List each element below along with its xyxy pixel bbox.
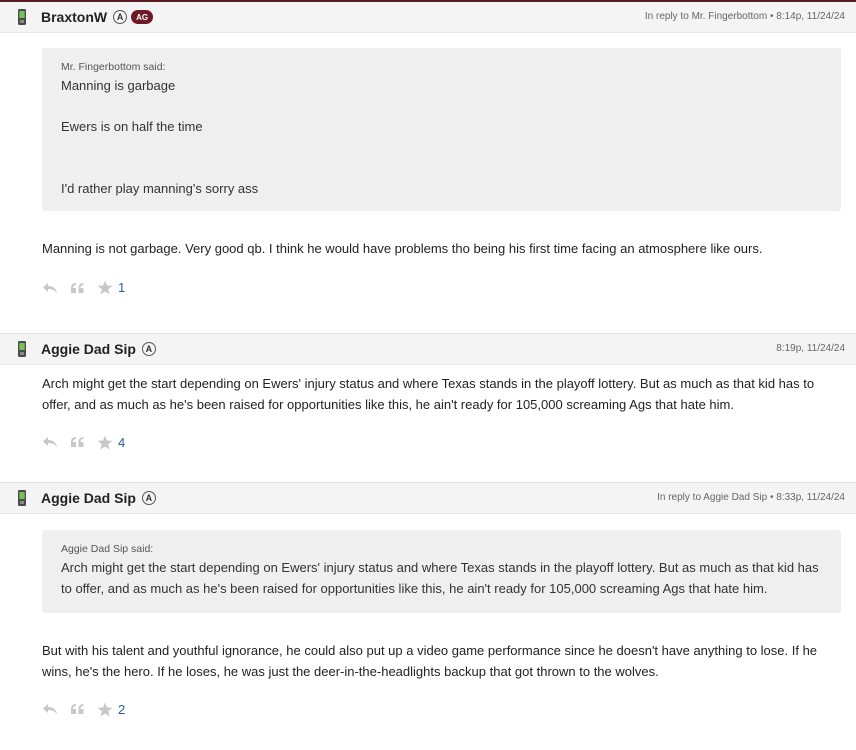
user-badge-a: A (141, 491, 156, 505)
post-meta: 8:19p, 11/24/24 (776, 334, 845, 364)
mobile-phone-icon (18, 341, 26, 357)
post-text: But with his talent and youthful ignoran… (42, 643, 818, 679)
quote-attribution: Aggie Dad Sip said: (61, 543, 154, 555)
like-count[interactable]: 1 (118, 280, 125, 295)
star-icon[interactable] (97, 435, 113, 450)
quote-block: Mr. Fingerbottom said: Manning is garbag… (42, 48, 841, 211)
post-timestamp: • 8:14p, 11/24/24 (767, 11, 845, 22)
post-text: Manning is not garbage. Very good qb. I … (42, 241, 763, 256)
reply-arrow-icon[interactable] (42, 282, 58, 294)
post-actions: 2 (0, 699, 856, 719)
quote-block: Aggie Dad Sip said: Arch might get the s… (42, 530, 841, 613)
quote-line: I'd rather play manning's sorry ass (61, 180, 259, 196)
user-badge-a: A (141, 342, 156, 356)
star-icon[interactable] (97, 702, 113, 717)
meta-prefix: In reply to (657, 492, 704, 503)
quote-icon[interactable] (70, 436, 85, 448)
post-body: Mr. Fingerbottom said: Manning is garbag… (0, 33, 856, 260)
mobile-phone-icon (18, 490, 26, 506)
quote-attribution: Mr. Fingerbottom said: (61, 61, 166, 73)
post: Aggie Dad Sip A 8:19p, 11/24/24 Arch mig… (0, 334, 856, 483)
quote-icon[interactable] (70, 703, 85, 715)
post-timestamp: • 8:33p, 11/24/24 (767, 492, 845, 503)
like-count[interactable]: 2 (118, 702, 125, 717)
quote-line (61, 158, 827, 179)
like-count[interactable]: 4 (118, 435, 125, 450)
post-body: Arch might get the start depending on Ew… (0, 365, 856, 415)
mobile-phone-icon (18, 9, 26, 25)
post-text: Arch might get the start depending on Ew… (42, 376, 815, 412)
post-meta: In reply to Aggie Dad Sip • 8:33p, 11/24… (657, 483, 845, 513)
reply-arrow-icon[interactable] (42, 703, 58, 715)
user-badge-a: A (113, 10, 128, 24)
post-actions: 4 (0, 432, 856, 452)
meta-prefix: In reply to (644, 11, 692, 22)
quote-text: Arch might get the start depending on Ew… (61, 560, 819, 596)
reply-to-link[interactable]: Aggie Dad Sip (703, 492, 767, 503)
post: BraxtonW A AG In reply to Mr. Fingerbott… (0, 2, 856, 334)
user-badge-ag: AG (131, 10, 154, 24)
reply-arrow-icon[interactable] (42, 436, 58, 448)
post: Aggie Dad Sip A In reply to Aggie Dad Si… (0, 483, 856, 749)
quote-line (61, 97, 827, 118)
author-name[interactable]: Aggie Dad Sip (41, 341, 136, 357)
post-header: BraxtonW A AG In reply to Mr. Fingerbott… (0, 2, 856, 33)
post-timestamp: 8:19p, 11/24/24 (776, 343, 845, 354)
post-header: Aggie Dad Sip A 8:19p, 11/24/24 (0, 334, 856, 365)
post-meta: In reply to Mr. Fingerbottom • 8:14p, 11… (645, 2, 845, 32)
post-actions: 1 (0, 278, 856, 298)
quote-line: Ewers is on half the time (61, 119, 203, 134)
author-name[interactable]: BraxtonW (41, 9, 107, 25)
author-name[interactable]: Aggie Dad Sip (41, 490, 136, 506)
quote-line (61, 138, 827, 159)
star-icon[interactable] (97, 280, 113, 295)
reply-to-link[interactable]: Mr. Fingerbottom (692, 11, 768, 22)
quote-icon[interactable] (70, 282, 85, 294)
post-header: Aggie Dad Sip A In reply to Aggie Dad Si… (0, 483, 856, 514)
post-body: Aggie Dad Sip said: Arch might get the s… (0, 514, 856, 682)
quote-line: Manning is garbage (61, 78, 176, 93)
